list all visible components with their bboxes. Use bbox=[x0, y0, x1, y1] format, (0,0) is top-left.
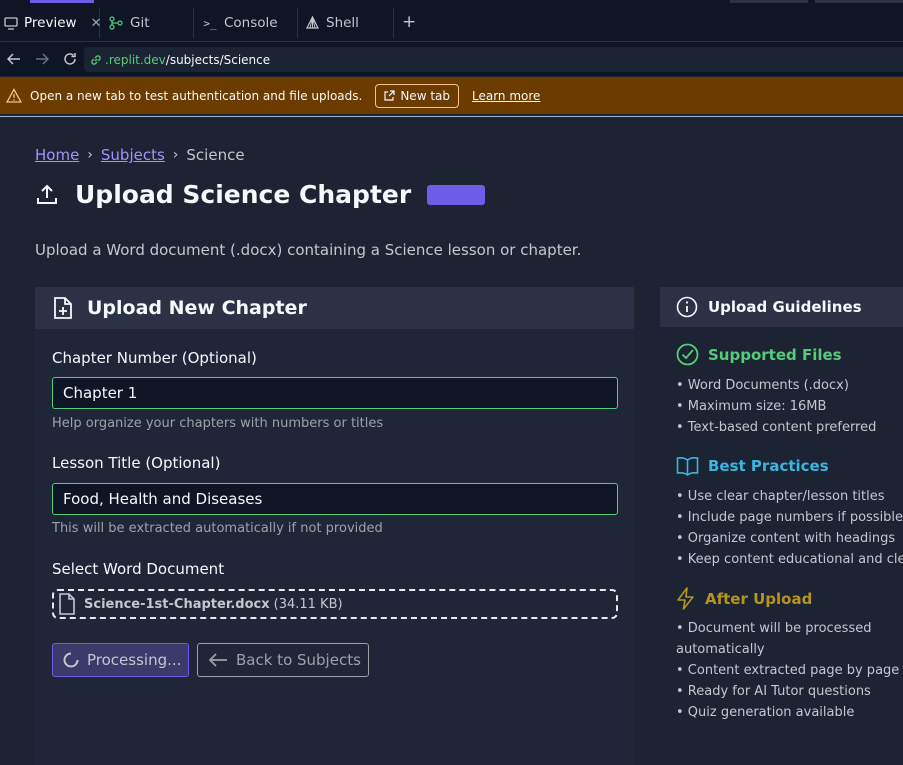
back-to-subjects-label: Back to Subjects bbox=[236, 651, 361, 669]
link-icon bbox=[90, 54, 102, 66]
warning-icon bbox=[6, 87, 22, 103]
breadcrumb-subjects-link[interactable]: Subjects bbox=[101, 146, 165, 164]
active-tab-indicator bbox=[30, 0, 94, 3]
best-practices-list: • Use clear chapter/lesson titles • Incl… bbox=[676, 486, 903, 570]
chapter-number-help: Help organize your chapters with numbers… bbox=[52, 416, 384, 431]
file-drop-zone[interactable]: Science-1st-Chapter.docx (34.11 KB) bbox=[52, 589, 618, 619]
add-tab-icon[interactable]: + bbox=[402, 12, 416, 32]
tab-shell[interactable]: Shell bbox=[304, 8, 394, 38]
lesson-title-input[interactable]: Food, Health and Diseases bbox=[52, 483, 618, 515]
guidelines-header: Upload Guidelines bbox=[660, 287, 903, 327]
tab-shell-label: Shell bbox=[326, 15, 359, 31]
list-item: • Content extracted page by page bbox=[676, 663, 900, 678]
page-header: Upload Science Chapter bbox=[35, 180, 486, 209]
arrow-left-icon bbox=[208, 653, 227, 667]
list-item: • Document will be processed automatical… bbox=[676, 621, 872, 657]
processing-label: Processing... bbox=[87, 651, 182, 669]
url-path: /subjects/Science bbox=[165, 52, 271, 67]
page-content: Home › Subjects › Science Upload Science… bbox=[0, 118, 903, 765]
warning-text: Open a new tab to test authentication an… bbox=[30, 88, 363, 103]
info-icon bbox=[676, 296, 698, 318]
after-upload-heading: After Upload bbox=[676, 587, 812, 610]
best-practices-heading: Best Practices bbox=[676, 456, 829, 476]
breadcrumb-home-link[interactable]: Home bbox=[35, 146, 79, 164]
subject-badge bbox=[427, 184, 486, 205]
upload-card-header: Upload New Chapter bbox=[35, 287, 634, 329]
list-item: • Text-based content preferred bbox=[676, 420, 877, 435]
back-to-subjects-button[interactable]: Back to Subjects bbox=[197, 643, 369, 677]
tab-console[interactable]: >_ Console bbox=[202, 8, 298, 38]
lightning-icon bbox=[677, 587, 694, 610]
chapter-number-label: Chapter Number (Optional) bbox=[52, 349, 257, 367]
page-title: Upload Science Chapter bbox=[75, 180, 412, 209]
reload-icon[interactable] bbox=[56, 45, 84, 73]
new-tab-label: New tab bbox=[400, 88, 450, 103]
supported-files-list: • Word Documents (.docx) • Maximum size:… bbox=[676, 375, 903, 438]
divider bbox=[0, 116, 903, 117]
chapter-number-input[interactable]: Chapter 1 bbox=[52, 377, 618, 409]
processing-button[interactable]: Processing... bbox=[52, 643, 189, 677]
forward-arrow-icon[interactable] bbox=[28, 45, 56, 73]
file-name: Science-1st-Chapter.docx bbox=[84, 596, 270, 612]
upload-icon bbox=[37, 184, 57, 204]
monitor-icon bbox=[4, 15, 18, 31]
guidelines-title: Upload Guidelines bbox=[708, 298, 862, 316]
auth-warning-banner: Open a new tab to test authentication an… bbox=[0, 77, 903, 114]
file-select-label: Select Word Document bbox=[52, 560, 225, 578]
supported-files-title: Supported Files bbox=[708, 345, 842, 364]
lesson-title-label: Lesson Title (Optional) bbox=[52, 454, 221, 472]
list-item: • Organize content with headings bbox=[676, 531, 896, 546]
list-item: • Include page numbers if possible bbox=[676, 510, 903, 525]
learn-more-link[interactable]: Learn more bbox=[472, 89, 540, 103]
git-icon bbox=[108, 15, 124, 31]
spinner-icon bbox=[63, 652, 79, 668]
upload-guidelines-panel: Upload Guidelines Supported Files • Word… bbox=[660, 287, 903, 765]
book-open-icon bbox=[676, 457, 699, 476]
list-item: • Maximum size: 16MB bbox=[676, 399, 827, 414]
supported-files-heading: Supported Files bbox=[676, 343, 842, 366]
file-icon bbox=[59, 593, 75, 615]
tab-git-label: Git bbox=[130, 15, 150, 31]
upload-card: Upload New Chapter Chapter Number (Optio… bbox=[35, 287, 634, 765]
list-item: • Word Documents (.docx) bbox=[676, 378, 849, 393]
tab-preview[interactable]: Preview ✕ bbox=[4, 8, 102, 38]
external-link-icon bbox=[384, 90, 395, 101]
check-circle-icon bbox=[676, 343, 699, 366]
breadcrumb-current: Science bbox=[186, 146, 245, 164]
breadcrumb: Home › Subjects › Science bbox=[35, 146, 245, 164]
close-icon[interactable]: ✕ bbox=[91, 16, 102, 31]
after-upload-list: • Document will be processed automatical… bbox=[676, 618, 903, 723]
top-strip-block bbox=[730, 0, 808, 3]
list-item: • Keep content educational and clear bbox=[676, 552, 903, 567]
new-tab-button[interactable]: New tab bbox=[375, 83, 459, 108]
tab-git[interactable]: Git bbox=[108, 8, 194, 38]
list-item: • Use clear chapter/lesson titles bbox=[676, 489, 885, 504]
list-item: • Ready for AI Tutor questions bbox=[676, 684, 871, 699]
url-host: .replit.dev bbox=[105, 52, 166, 67]
shell-icon bbox=[304, 15, 320, 31]
back-arrow-icon[interactable] bbox=[0, 45, 28, 73]
page-subtitle: Upload a Word document (.docx) containin… bbox=[35, 241, 582, 259]
tab-preview-label: Preview bbox=[24, 15, 77, 31]
tab-console-label: Console bbox=[224, 15, 278, 31]
list-item: • Quiz generation available bbox=[676, 705, 855, 720]
chevron-right-icon: › bbox=[87, 147, 93, 163]
file-size: (34.11 KB) bbox=[273, 596, 343, 612]
url-input[interactable]: .replit.dev/subjects/Science bbox=[84, 47, 903, 72]
chevron-right-icon: › bbox=[172, 147, 179, 163]
terminal-icon: >_ bbox=[203, 16, 217, 30]
lesson-title-help: This will be extracted automatically if … bbox=[52, 521, 383, 536]
upload-card-title: Upload New Chapter bbox=[87, 297, 307, 319]
after-upload-title: After Upload bbox=[705, 589, 813, 608]
browser-url-bar: .replit.dev/subjects/Science bbox=[0, 42, 903, 76]
top-strip-block bbox=[815, 0, 903, 3]
file-plus-icon bbox=[54, 297, 72, 319]
ide-tab-bar: Preview ✕ Git >_ Console Shell + bbox=[0, 0, 903, 42]
best-practices-title: Best Practices bbox=[708, 457, 829, 475]
